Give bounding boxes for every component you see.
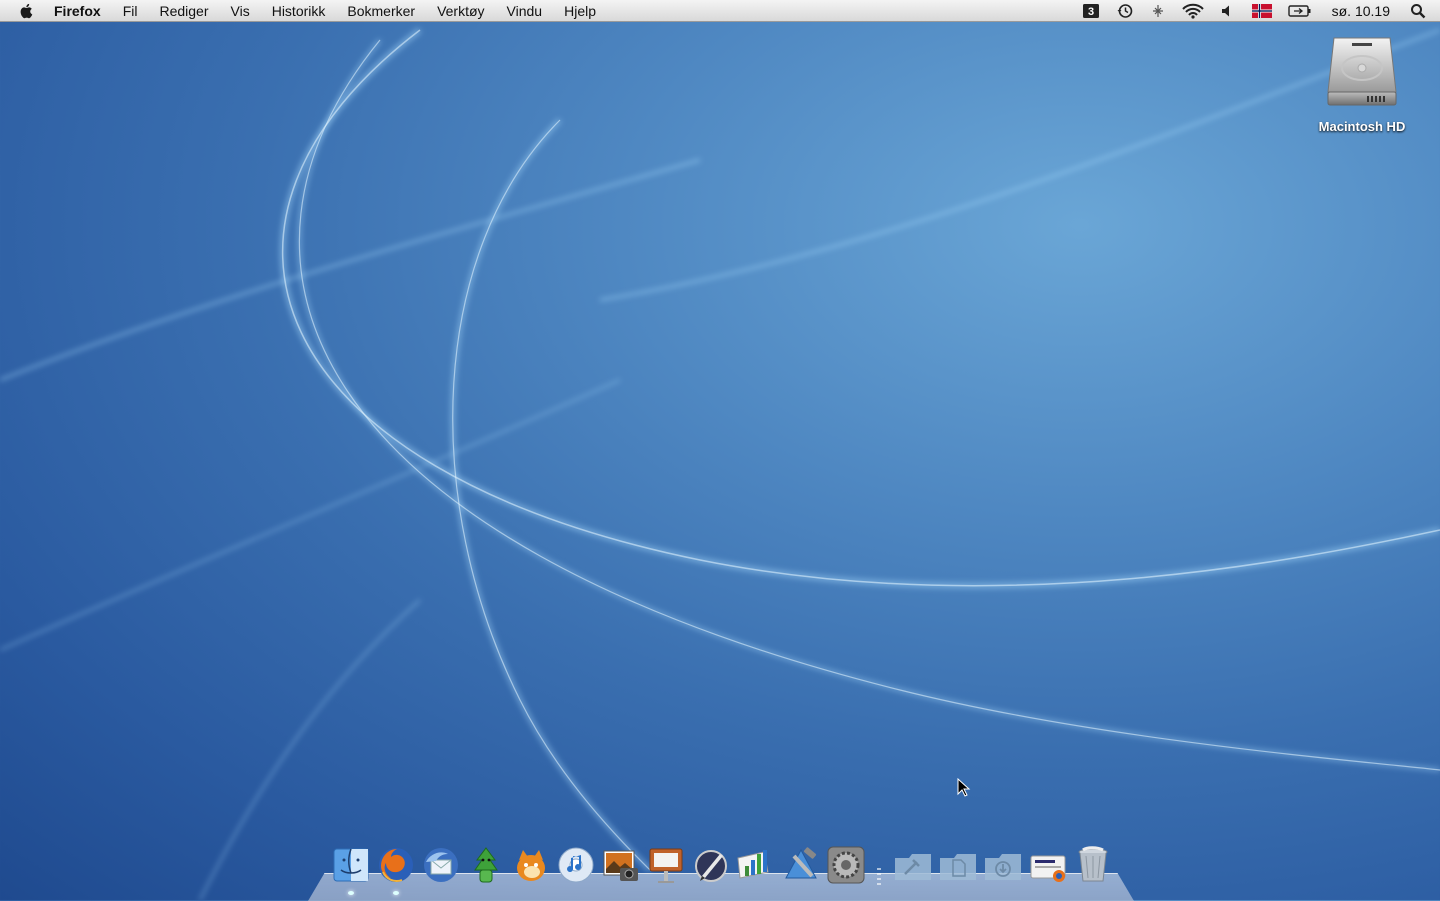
- dock-separator[interactable]: [868, 844, 890, 888]
- menu-clock[interactable]: sø. 10.19: [1332, 3, 1390, 19]
- numbers-icon[interactable]: [735, 844, 777, 888]
- menu-rediger[interactable]: Rediger: [159, 3, 208, 19]
- menu-historikk[interactable]: Historikk: [272, 3, 326, 19]
- trash-icon[interactable]: [1072, 844, 1114, 888]
- hard-drive-icon: [1327, 37, 1397, 106]
- iphoto-icon[interactable]: [600, 844, 642, 888]
- menu-vis[interactable]: Vis: [231, 3, 250, 19]
- thunderbird-icon[interactable]: [420, 844, 462, 888]
- flag-icon[interactable]: [1251, 4, 1272, 18]
- status-area: 3 sø. 10.19: [1074, 0, 1440, 22]
- firefox-download-icon[interactable]: [1027, 844, 1069, 888]
- xcode-icon[interactable]: [780, 844, 822, 888]
- mouse-cursor: [957, 778, 971, 797]
- keynote-icon[interactable]: [645, 844, 687, 888]
- firefox-icon[interactable]: [375, 844, 417, 895]
- running-indicator: [347, 891, 354, 895]
- battery-icon[interactable]: [1287, 4, 1312, 18]
- menu-vindu[interactable]: Vindu: [507, 3, 543, 19]
- bluetooth-icon[interactable]: [1150, 3, 1166, 19]
- growl-icon[interactable]: [510, 844, 552, 888]
- dock: [328, 840, 1115, 895]
- volume-icon[interactable]: [1220, 3, 1236, 19]
- menu-fil[interactable]: Fil: [123, 3, 138, 19]
- spaces-icon[interactable]: 3: [1082, 3, 1100, 19]
- menu-verktoy[interactable]: Verktøy: [437, 3, 484, 19]
- menu-bokmerker[interactable]: Bokmerker: [347, 3, 415, 19]
- desktop-icon-label: Macintosh HD: [1318, 119, 1406, 134]
- menu-bar: Firefox Fil Rediger Vis Historikk Bokmer…: [0, 0, 1440, 22]
- time-machine-icon[interactable]: [1116, 2, 1134, 20]
- desktop-wallpaper: [0, 27, 1440, 900]
- wifi-icon[interactable]: [1181, 3, 1204, 19]
- svg-text:3: 3: [1088, 6, 1094, 18]
- menu-app-name[interactable]: Firefox: [54, 3, 101, 19]
- finder-icon[interactable]: [330, 844, 372, 895]
- script-editor-icon[interactable]: [690, 844, 732, 888]
- documents-folder-icon[interactable]: [937, 844, 979, 888]
- desktop-icon-macintosh-hd[interactable]: Macintosh HD: [1310, 34, 1414, 134]
- apple-menu-icon[interactable]: [18, 2, 36, 20]
- developer-folder-icon[interactable]: [892, 844, 934, 888]
- downloads-folder-icon[interactable]: [982, 844, 1024, 888]
- spotlight-icon[interactable]: [1410, 3, 1426, 19]
- menu-hjelp[interactable]: Hjelp: [564, 3, 596, 19]
- running-indicator: [392, 891, 399, 895]
- itunes-icon[interactable]: [555, 844, 597, 888]
- adium-icon[interactable]: [465, 844, 507, 888]
- system-preferences-icon[interactable]: [825, 844, 867, 888]
